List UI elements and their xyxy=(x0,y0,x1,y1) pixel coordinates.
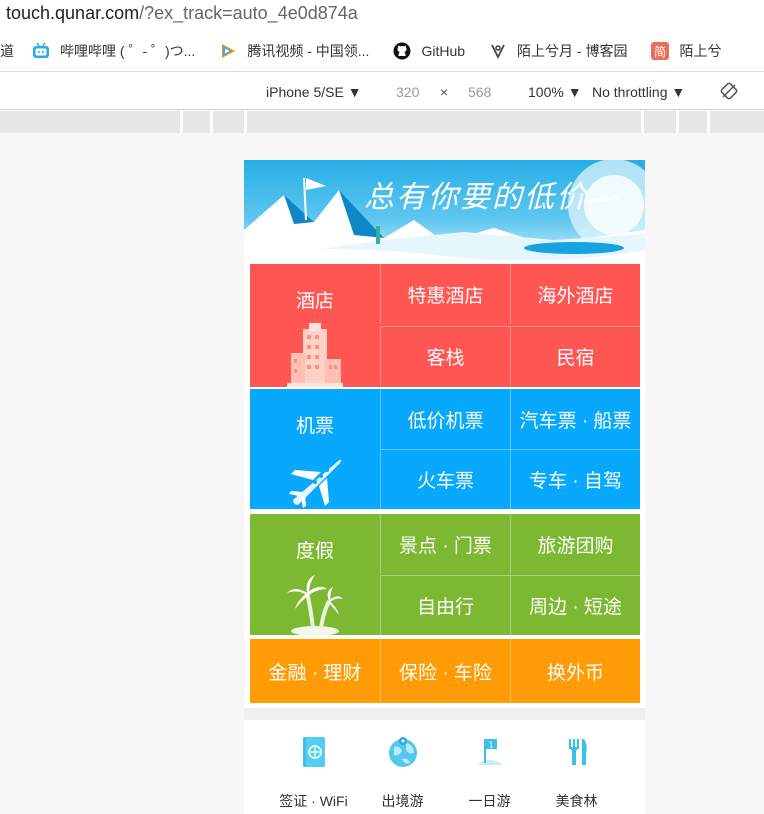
hotel-tile-overseas[interactable]: 海外酒店 xyxy=(510,264,640,324)
bookmark-item[interactable]: 腾讯视频 - 中国领... xyxy=(219,41,369,61)
url-host: touch.qunar.com xyxy=(6,3,140,23)
rotate-icon[interactable] xyxy=(720,82,738,100)
banner-slogan: 总有你要的低价 xyxy=(364,180,588,215)
github-icon xyxy=(393,42,411,59)
bookmark-label: 陌上兮月 - 博客园 xyxy=(517,42,628,59)
tool-label: 一日游 xyxy=(468,793,511,809)
bookmark-label: 哔哩哔哩 ( ゜- ゜)つ... xyxy=(60,42,196,59)
vacation-main-tile[interactable]: 度假 xyxy=(250,514,380,635)
media-query-ruler[interactable] xyxy=(0,111,764,133)
globe-icon xyxy=(388,737,417,767)
hotel-tile-special[interactable]: 特惠酒店 xyxy=(380,264,510,324)
tool-visa-wifi[interactable]: 签证 · WiFi xyxy=(270,735,357,811)
svg-text:1: 1 xyxy=(488,741,493,750)
bilibili-icon xyxy=(33,42,49,58)
tool-label: 美食林 xyxy=(555,793,598,809)
tool-label: 出境游 xyxy=(381,793,424,809)
bookmark-item[interactable]: 道 xyxy=(0,41,14,61)
tool-label: 签证 · WiFi xyxy=(279,793,348,809)
bookmark-label: 腾讯视频 - 中国领... xyxy=(247,42,370,59)
svg-text:简: 简 xyxy=(654,45,666,59)
vacation-tile-tickets[interactable]: 景点 · 门票 xyxy=(380,514,510,574)
flight-section: 机票 低价机票 汽车票 · 船票 火车票 专车 · 自驾 xyxy=(250,389,640,509)
times-sign: × xyxy=(440,84,449,100)
address-bar[interactable]: touch.qunar.com/?ex_track=auto_4e0d874a xyxy=(0,0,764,30)
device-toolbar: iPhone 5/SE ▼ 320 × 568 100% ▼ No thrott… xyxy=(0,72,764,110)
fork-knife-icon xyxy=(568,739,587,765)
url-path: /?ex_track=auto_4e0d874a xyxy=(139,3,358,23)
bookmark-item[interactable]: 哔哩哔哩 ( ゜- ゜)つ... xyxy=(32,41,195,61)
section-divider xyxy=(244,708,645,720)
tencent-video-icon xyxy=(222,43,236,58)
throttling-select[interactable]: No throttling ▼ xyxy=(592,84,685,100)
hotel-building-icon xyxy=(287,323,343,387)
flight-main-label: 机票 xyxy=(295,416,334,437)
flag-icon: 1 xyxy=(476,739,503,765)
flight-main-tile[interactable]: 机票 xyxy=(250,389,380,509)
hotel-tile-inn[interactable]: 客栈 xyxy=(380,325,510,386)
finance-tile-currency[interactable]: 换外币 xyxy=(510,639,640,703)
finance-tile-wealth[interactable]: 金融 · 理财 xyxy=(250,639,380,703)
width-input[interactable]: 320 xyxy=(396,84,419,100)
bookmark-label: GitHub xyxy=(421,42,466,59)
jianshu-icon: 简 xyxy=(651,41,670,60)
hotel-section: 酒店 特惠酒店 海外酒店 客栈 民宿 xyxy=(250,264,640,387)
vacation-tile-group[interactable]: 旅游团购 xyxy=(510,514,640,574)
bookmark-item[interactable]: 简 陌上兮 xyxy=(651,41,721,61)
vacation-section: 度假 景点 · 门票 旅游团购 自由行 周边 · 短途 xyxy=(250,514,640,635)
vacation-main-label: 度假 xyxy=(295,541,334,562)
flight-tile-train[interactable]: 火车票 xyxy=(380,449,510,509)
device-select[interactable]: iPhone 5/SE ▼ xyxy=(266,84,362,100)
height-input[interactable]: 568 xyxy=(468,84,491,100)
airplane-icon xyxy=(289,459,342,508)
vacation-tile-nearby[interactable]: 周边 · 短途 xyxy=(510,574,640,635)
flight-tile-bus-ship[interactable]: 汽车票 · 船票 xyxy=(510,389,640,449)
tool-food[interactable]: 美食林 xyxy=(533,735,620,811)
bookmark-label: 陌上兮 xyxy=(679,42,722,59)
bookmark-item[interactable]: 陌上兮月 - 博客园 xyxy=(489,41,627,61)
flight-tile-cheap[interactable]: 低价机票 xyxy=(380,389,510,449)
blog-icon xyxy=(491,44,505,59)
passport-icon xyxy=(302,737,325,767)
palm-tree-icon xyxy=(287,575,343,635)
vacation-tile-free-travel[interactable]: 自由行 xyxy=(380,574,510,635)
finance-section: 金融 · 理财 保险 · 车险 换外币 xyxy=(250,639,640,703)
browser-chrome: touch.qunar.com/?ex_track=auto_4e0d874a … xyxy=(0,0,764,110)
hotel-tile-homestay[interactable]: 民宿 xyxy=(510,325,640,386)
bookmark-label: 道 xyxy=(0,42,14,59)
tool-outbound[interactable]: 出境游 xyxy=(359,735,446,811)
bookmark-item[interactable]: GitHub xyxy=(393,42,465,60)
tool-day-trip[interactable]: 1 一日游 xyxy=(446,735,533,811)
flight-tile-car[interactable]: 专车 · 自驾 xyxy=(510,449,640,509)
zoom-select[interactable]: 100% ▼ xyxy=(528,84,582,100)
mobile-viewport: 总有你要的低价 酒店 特惠酒店 海外酒店 客栈 民宿 机票 低价机票 汽车票 ·… xyxy=(244,160,645,814)
tools-row: 签证 · WiFi 出境游 1 一日游 美食林 xyxy=(244,735,645,811)
banner[interactable]: 总有你要的低价 xyxy=(244,160,645,260)
finance-tile-insurance[interactable]: 保险 · 车险 xyxy=(380,639,510,703)
hotel-main-tile[interactable]: 酒店 xyxy=(250,264,380,387)
bookmarks-bar: 道 哔哩哔哩 ( ゜- ゜)つ... 腾讯视频 - 中国领... GitHub … xyxy=(0,30,764,72)
hotel-main-label: 酒店 xyxy=(295,291,334,312)
